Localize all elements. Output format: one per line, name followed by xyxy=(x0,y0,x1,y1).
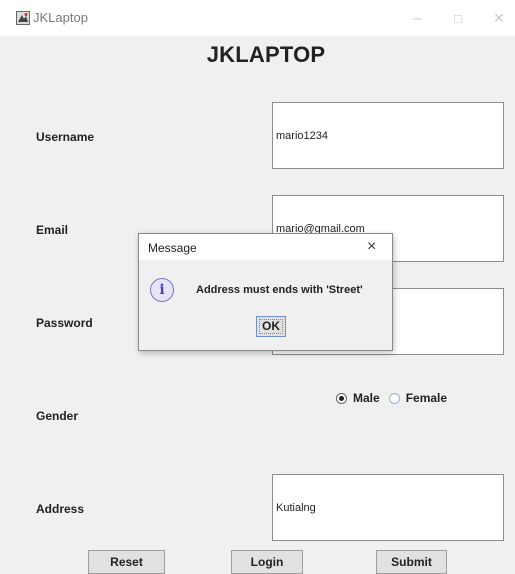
radio-selected-dot xyxy=(339,395,344,401)
java-app-icon xyxy=(16,11,30,25)
window-title: JKLaptop xyxy=(33,10,88,25)
female-radio[interactable] xyxy=(388,392,400,404)
login-button[interactable]: Login xyxy=(231,550,303,574)
page-title: JKLAPTOP xyxy=(206,42,326,67)
window-titlebar[interactable]: JKLaptop – □ × xyxy=(0,0,515,36)
dialog-titlebar[interactable]: Message × xyxy=(139,234,392,260)
gender-label: Gender xyxy=(36,409,79,423)
address-field[interactable]: Kutialng xyxy=(272,474,504,541)
ok-button-label: OK xyxy=(259,319,283,334)
app-window: JKLaptop – □ × JKLAPTOP Username mario12… xyxy=(0,0,515,574)
male-radio[interactable] xyxy=(336,392,347,404)
info-icon: i xyxy=(150,278,174,302)
male-radio-label[interactable]: Male xyxy=(353,391,380,405)
email-label: Email xyxy=(36,223,69,237)
username-label: Username xyxy=(36,130,95,144)
submit-button[interactable]: Submit xyxy=(376,550,447,574)
gender-radio-group: Male Female xyxy=(336,391,456,405)
female-radio-label[interactable]: Female xyxy=(406,391,447,405)
dialog-message: Address must ends with 'Street' xyxy=(196,284,363,296)
address-label: Address xyxy=(36,502,85,516)
username-field[interactable]: mario1234 xyxy=(272,102,504,169)
reset-button[interactable]: Reset xyxy=(88,550,165,574)
dialog-close-button[interactable]: × xyxy=(367,238,376,256)
ok-button[interactable]: OK xyxy=(256,316,286,337)
minimize-button[interactable]: – xyxy=(405,6,429,30)
password-label: Password xyxy=(36,316,93,330)
maximize-button[interactable]: □ xyxy=(446,6,470,30)
close-button[interactable]: × xyxy=(487,6,511,30)
dialog-title: Message xyxy=(148,241,197,255)
message-dialog: Message × i Address must ends with 'Stre… xyxy=(138,233,393,351)
